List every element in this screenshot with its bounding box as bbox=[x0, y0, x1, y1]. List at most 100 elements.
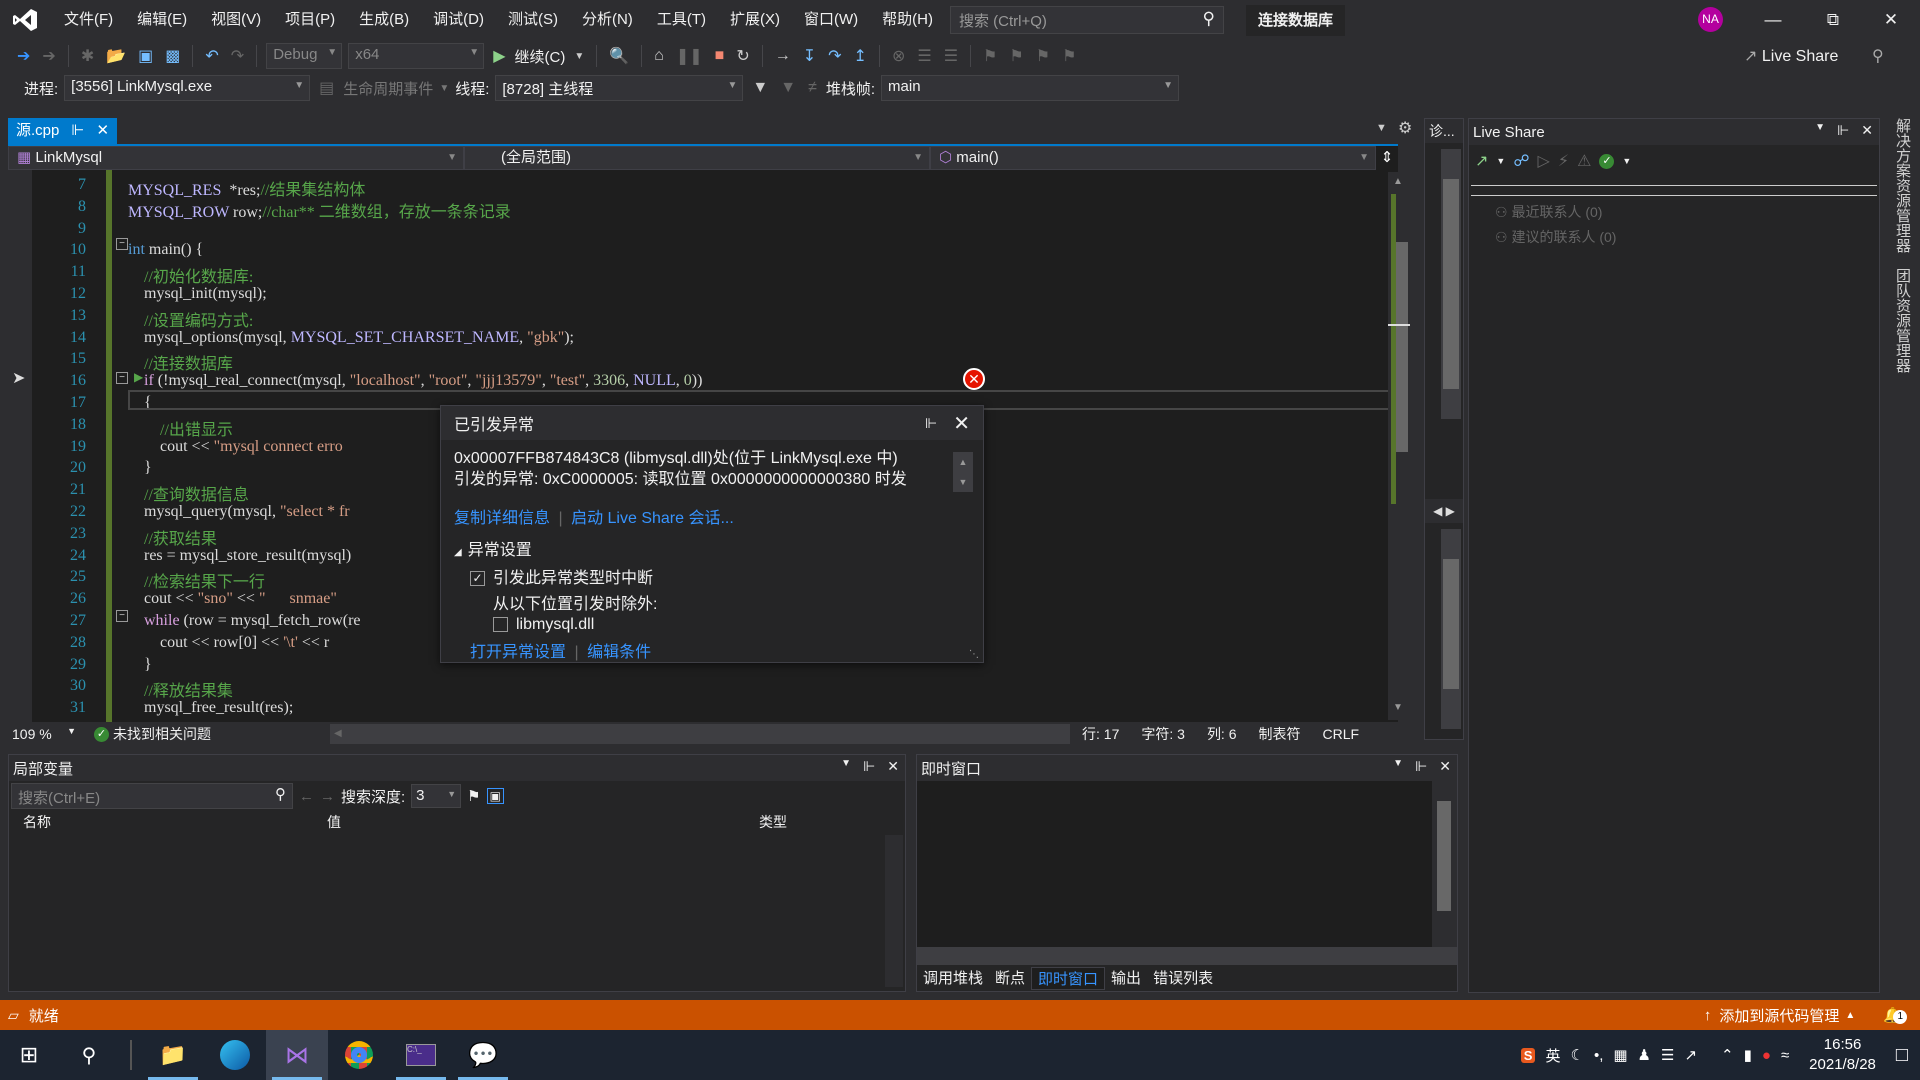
pin-icon[interactable]: ⊩ bbox=[925, 415, 937, 432]
pin-icon[interactable]: ⊩ bbox=[863, 758, 875, 775]
function-scope-dropdown[interactable]: ⬡ main() ▼ bbox=[930, 146, 1376, 170]
global-scope-dropdown[interactable]: (全局范围) ▼ bbox=[464, 146, 930, 170]
wifi-icon[interactable]: ≈ bbox=[1781, 1047, 1789, 1064]
qq-icon[interactable]: ● bbox=[1762, 1047, 1771, 1064]
scroll-thumb[interactable] bbox=[1437, 801, 1451, 911]
scroll-down-icon[interactable]: ▼ bbox=[1393, 702, 1403, 713]
bookmark-icon[interactable]: ⚑ bbox=[980, 46, 1000, 66]
tab-output[interactable]: 输出 bbox=[1105, 967, 1147, 990]
scroll-up-icon[interactable]: ▲ bbox=[1393, 176, 1403, 187]
glyph-margin[interactable] bbox=[8, 170, 32, 722]
collapse-icon[interactable]: − bbox=[116, 610, 128, 622]
column-value[interactable]: 值 bbox=[323, 811, 759, 833]
code-line[interactable]: //出错显示 bbox=[128, 416, 233, 440]
step-out-icon[interactable]: ↥ bbox=[851, 46, 870, 66]
edit-conditions-link[interactable]: 编辑条件 bbox=[587, 644, 651, 661]
editor-scrollbar[interactable]: ▲ ▼ bbox=[1388, 172, 1410, 720]
close-icon[interactable]: ✕ bbox=[1861, 122, 1873, 139]
close-icon[interactable]: ✕ bbox=[953, 411, 970, 436]
find-in-files-icon[interactable]: 🔍 bbox=[606, 46, 632, 66]
close-tab-icon[interactable]: ✕ bbox=[96, 118, 109, 144]
code-line[interactable]: //释放结果集 bbox=[128, 677, 233, 701]
code-line[interactable]: //初始化数据库: bbox=[128, 263, 253, 287]
code-line[interactable]: //连接数据库 bbox=[128, 350, 233, 374]
chevron-down-icon[interactable]: ▼ bbox=[571, 51, 587, 62]
step-over-icon[interactable]: ↷ bbox=[825, 46, 844, 66]
chevron-up-icon[interactable]: ▲ bbox=[1845, 1010, 1855, 1021]
add-to-source-control[interactable]: 添加到源代码管理 bbox=[1719, 1005, 1839, 1026]
code-line[interactable]: //查询数据信息 bbox=[128, 481, 249, 505]
code-line[interactable]: cout << "sno" << " snmae" bbox=[128, 590, 337, 608]
app-home-icon[interactable]: ⌂ bbox=[651, 47, 667, 65]
feedback-icon[interactable]: ⚲ bbox=[1872, 46, 1884, 66]
code-line[interactable]: MYSQL_RES *res;//结果集结构体 bbox=[128, 176, 365, 200]
scroll-thumb[interactable] bbox=[1396, 242, 1408, 452]
copy-details-link[interactable]: 复制详细信息 bbox=[454, 510, 550, 527]
exception-error-icon[interactable]: ✕ bbox=[963, 368, 985, 390]
collapse-icon[interactable]: − bbox=[116, 238, 128, 250]
code-line[interactable]: MYSQL_ROW row;//char** 二维数组，存放一条条记录 bbox=[128, 198, 511, 222]
diag-nav-arrows-icon[interactable]: ◀ ▶ bbox=[1425, 499, 1463, 523]
start-live-share-link[interactable]: 启动 Live Share 会话... bbox=[571, 510, 734, 527]
stackframe-dropdown[interactable]: main ▼ bbox=[881, 75, 1180, 101]
avatar[interactable]: NA bbox=[1698, 7, 1723, 32]
menu-project[interactable]: 项目(P) bbox=[273, 0, 347, 40]
next-bookmark-icon[interactable]: ⚑ bbox=[1033, 46, 1053, 66]
locals-search-input[interactable]: 搜索(Ctrl+E) ⚲ bbox=[11, 783, 293, 809]
cursor-char[interactable]: 字符: 3 bbox=[1141, 724, 1185, 744]
tab-overflow-icon[interactable]: ▼ bbox=[1376, 122, 1387, 134]
search-back-icon[interactable]: ← bbox=[299, 788, 314, 805]
team-explorer-tab[interactable]: 团队资源管理器 bbox=[1892, 268, 1913, 373]
immediate-hscroll[interactable] bbox=[917, 947, 1457, 965]
search-depth-dropdown[interactable]: 3 ▼ bbox=[411, 784, 462, 808]
taskbar-terminal[interactable]: C:\_ bbox=[390, 1030, 452, 1080]
zoom-dropdown[interactable]: 109 % ▼ bbox=[8, 726, 80, 742]
pin-filter-icon[interactable]: ⚑ bbox=[467, 787, 480, 805]
live-share-button[interactable]: ↗ Live Share bbox=[1744, 46, 1838, 66]
dropdown-icon[interactable]: ▼ bbox=[1815, 122, 1825, 139]
menu-edit[interactable]: 编辑(E) bbox=[125, 0, 199, 40]
locals-scrollbar[interactable] bbox=[885, 835, 903, 987]
taskbar-chrome[interactable] bbox=[328, 1030, 390, 1080]
code-line[interactable]: mysql_options(mysql, MYSQL_SET_CHARSET_N… bbox=[128, 329, 574, 347]
column-type[interactable]: 类型 bbox=[759, 811, 787, 833]
code-line[interactable]: cout << row[0] << '\t' << r bbox=[128, 634, 329, 652]
gear-icon[interactable]: ⚙ bbox=[1398, 118, 1412, 138]
issues-indicator[interactable]: ✓ 未找到相关问题 bbox=[80, 724, 330, 744]
new-project-icon[interactable]: ✱ bbox=[78, 46, 97, 66]
show-next-statement-icon[interactable]: → bbox=[772, 47, 794, 65]
taskbar-file-explorer[interactable]: 📁 bbox=[142, 1030, 204, 1080]
close-icon[interactable]: ✕ bbox=[1439, 758, 1451, 775]
taskbar-visual-studio[interactable]: ⋈ bbox=[266, 1030, 328, 1080]
pin-icon[interactable]: ⊩ bbox=[71, 118, 84, 144]
chevron-down-icon[interactable]: ▼ bbox=[1622, 156, 1631, 166]
break-all-icon[interactable]: ❚❚ bbox=[673, 46, 706, 66]
continue-play-icon[interactable]: ▶ bbox=[490, 46, 508, 66]
cursor-column[interactable]: 列: 6 bbox=[1207, 724, 1237, 744]
except-module-checkbox[interactable] bbox=[493, 617, 508, 633]
menu-icon[interactable]: ☰ bbox=[1661, 1046, 1674, 1064]
code-line[interactable]: cout << "mysql connect erro bbox=[128, 438, 343, 456]
menu-debug[interactable]: 调试(D) bbox=[421, 0, 496, 40]
thread-dropdown[interactable]: [8728] 主线程 ▼ bbox=[495, 75, 744, 101]
join-session-icon[interactable]: ☍ bbox=[1513, 151, 1529, 171]
horizontal-scrollbar[interactable]: ◀ bbox=[330, 724, 1070, 744]
cursor-line[interactable]: 行: 17 bbox=[1082, 724, 1119, 744]
contacts-recent[interactable]: ⚇ 最近联系人 (0) bbox=[1495, 200, 1879, 225]
tab-call-stack[interactable]: 调用堆栈 bbox=[917, 967, 989, 990]
search-button[interactable]: ⚲ bbox=[58, 1030, 120, 1080]
battery-icon[interactable]: ▮ bbox=[1744, 1046, 1752, 1064]
punctuation-icon[interactable]: •, bbox=[1594, 1047, 1603, 1064]
tab-immediate[interactable]: 即时窗口 bbox=[1031, 967, 1106, 990]
user-icon[interactable]: ♟ bbox=[1638, 1046, 1651, 1064]
menu-help[interactable]: 帮助(H) bbox=[870, 0, 945, 40]
collapse-icon[interactable]: − bbox=[116, 372, 128, 384]
solution-explorer-tab[interactable]: 解决方案资源管理器 bbox=[1892, 118, 1913, 253]
filter-icon[interactable]: ▼ bbox=[749, 79, 771, 97]
filter-clear-icon[interactable]: ▼ bbox=[777, 79, 799, 97]
ime-language[interactable]: 英 bbox=[1545, 1045, 1560, 1066]
open-exception-settings-link[interactable]: 打开异常设置 bbox=[470, 644, 566, 661]
restore-button[interactable]: ⧉ bbox=[1810, 0, 1856, 40]
menu-extensions[interactable]: 扩展(X) bbox=[718, 0, 792, 40]
pin-icon[interactable]: ⊩ bbox=[1837, 122, 1849, 139]
